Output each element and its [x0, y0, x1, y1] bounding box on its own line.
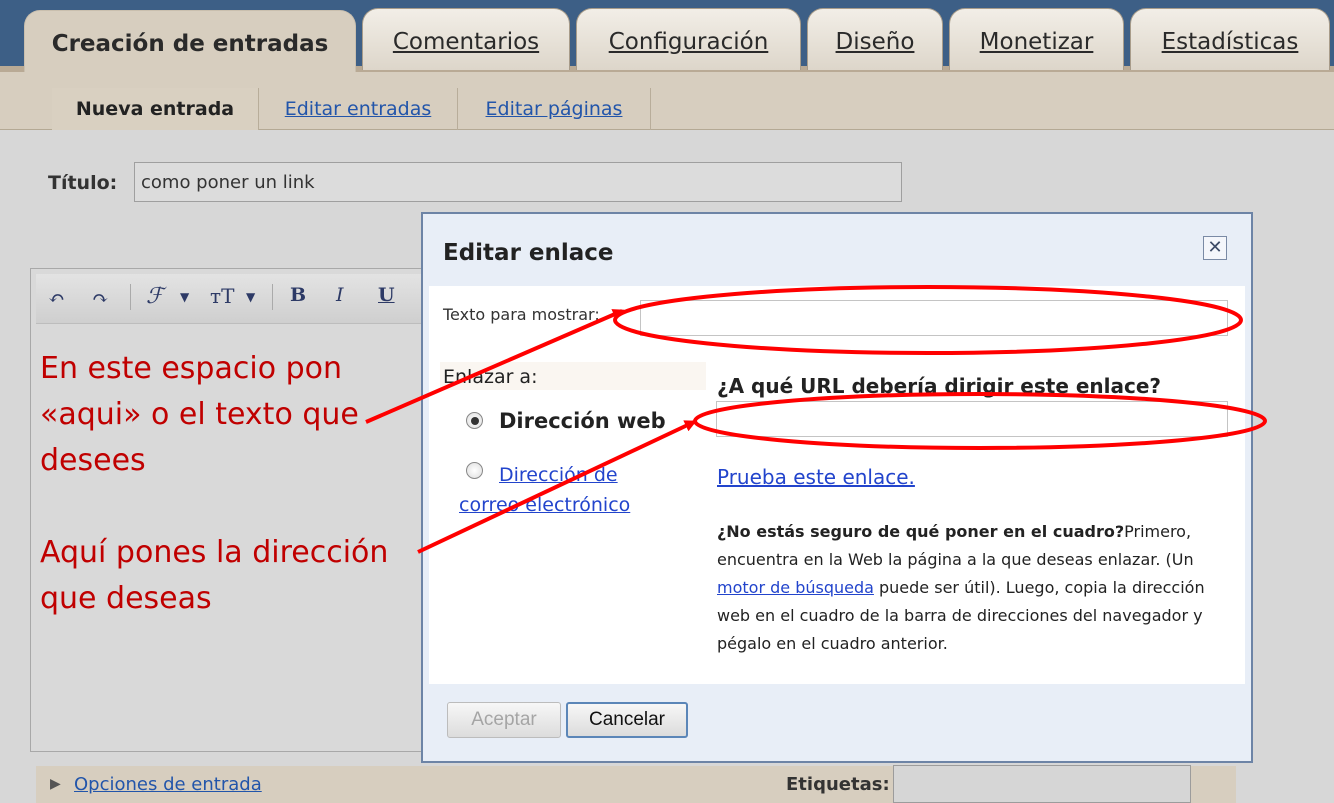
- url-note-arrow: [417, 420, 697, 554]
- annotation-overlay: [365, 285, 1267, 554]
- text-field-highlight-ellipse: [613, 285, 1243, 355]
- url-field-highlight-ellipse: [693, 392, 1267, 450]
- text-note-arrow: [365, 309, 625, 424]
